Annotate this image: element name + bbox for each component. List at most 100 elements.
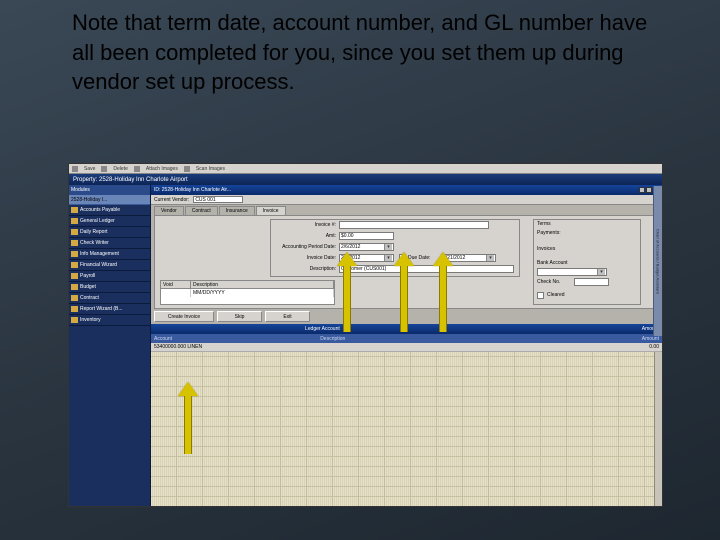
- grid-sub-amount: Amount: [642, 336, 659, 342]
- delete-button[interactable]: Delete: [113, 166, 127, 172]
- acct-period-field[interactable]: 2/6/2012: [339, 243, 394, 251]
- scan-button[interactable]: Scan Images: [196, 166, 225, 172]
- arrow-shaft: [400, 266, 408, 332]
- arrow-shaft: [184, 396, 192, 454]
- terms-label: Terms: [537, 221, 551, 227]
- sidebar-item-finwiz[interactable]: Financial Wizard: [69, 260, 150, 271]
- invoice-groupbox: Invoice #: Amt: $0.00 Accounting Period …: [270, 219, 520, 277]
- grid-subheader: Account Description Amount: [151, 334, 662, 343]
- sidebar-item-label: Daily Report: [80, 229, 108, 235]
- top-toolbar: Save Delete Attach Images Scan Images: [69, 164, 662, 174]
- folder-icon: [71, 273, 78, 279]
- bank-label: Bank Account: [537, 260, 568, 266]
- bank-account-field[interactable]: [537, 268, 607, 276]
- sidebar-item-label: Accounts Payable: [80, 207, 120, 213]
- sidebar-item-budget[interactable]: Budget: [69, 282, 150, 293]
- sidebar-item-daily[interactable]: Daily Report: [69, 227, 150, 238]
- desc-field[interactable]: Customer (CUS001): [339, 265, 514, 273]
- maximize-button[interactable]: [646, 187, 652, 193]
- arrow-shaft: [439, 266, 447, 332]
- right-collapsed-panel[interactable]: Chart of Accounts / Budget Assistant: [653, 186, 662, 336]
- folder-icon: [71, 251, 78, 257]
- folder-icon: [71, 240, 78, 246]
- attach-icon: [134, 166, 140, 172]
- child-window-title: ID: 2528-Holiday Inn Charlote Air...: [154, 187, 231, 193]
- folder-icon: [71, 207, 78, 213]
- cleared-checkbox[interactable]: [537, 292, 544, 299]
- void-cell-checkbox[interactable]: [161, 289, 191, 297]
- current-vendor-input[interactable]: [193, 196, 243, 203]
- current-vendor-label: Current Vendor:: [154, 197, 189, 203]
- vertical-scrollbar[interactable]: [654, 352, 662, 506]
- instruction-note: Note that term date, account number, and…: [72, 8, 652, 97]
- void-cell-date[interactable]: MM/DD/YYYY: [191, 289, 334, 297]
- sidebar-item-payroll[interactable]: Payroll: [69, 271, 150, 282]
- grid-body[interactable]: [151, 352, 662, 506]
- sidebar-item-label: Report Wizard (B...: [80, 306, 123, 312]
- void-col-void: Void: [161, 281, 191, 288]
- sidebar-item-gl[interactable]: General Ledger: [69, 216, 150, 227]
- tab-vendor[interactable]: Vendor: [154, 206, 184, 215]
- save-button[interactable]: Save: [84, 166, 95, 172]
- sidebar: Modules 2528-Holiday I... Accounts Payab…: [69, 185, 151, 506]
- check-no-label: Check No.: [537, 279, 560, 285]
- sidebar-item-label: Financial Wizard: [80, 262, 117, 268]
- tab-invoice[interactable]: Invoice: [256, 206, 286, 215]
- sidebar-item-info[interactable]: Info Management: [69, 249, 150, 260]
- sidebar-item-ap[interactable]: Accounts Payable: [69, 205, 150, 216]
- tab-contract[interactable]: Contract: [185, 206, 218, 215]
- check-no-field[interactable]: [574, 278, 609, 286]
- amt-label: Amt:: [301, 233, 336, 239]
- sidebar-item-report[interactable]: Report Wizard (B...: [69, 304, 150, 315]
- payments-label: Payments:: [537, 230, 561, 236]
- grid-title: Ledger Account: [305, 326, 340, 332]
- sidebar-item-label: Payroll: [80, 273, 95, 279]
- folder-icon: [71, 295, 78, 301]
- minimize-button[interactable]: [639, 187, 645, 193]
- sidebar-item-label: Contract: [80, 295, 99, 301]
- sidebar-item-label: Budget: [80, 284, 96, 290]
- save-icon: [72, 166, 78, 172]
- sidebar-item-check[interactable]: Check Writer: [69, 238, 150, 249]
- invoice-no-field[interactable]: [339, 221, 489, 229]
- grid-sub-desc: Description: [320, 336, 345, 342]
- acct-period-label: Accounting Period Date:: [265, 244, 336, 250]
- void-grid: Void Description MM/DD/YYYY: [160, 280, 335, 305]
- grid-cell-amount: 0.00: [649, 344, 659, 350]
- sidebar-item-label: General Ledger: [80, 218, 115, 224]
- sidebar-item-contract[interactable]: Contract: [69, 293, 150, 304]
- create-invoice-button[interactable]: Create Invoice: [154, 311, 214, 322]
- scan-icon: [184, 166, 190, 172]
- sidebar-item-label: Inventory: [80, 317, 101, 323]
- child-window-titlebar: ID: 2528-Holiday Inn Charlote Air...: [151, 185, 662, 195]
- sidebar-header: Modules: [69, 185, 150, 195]
- invoices-label: Invoices: [537, 246, 555, 252]
- tab-row: Vendor Contract Insurance Invoice: [151, 205, 662, 215]
- payment-groupbox: Terms Payments: Invoices Bank Account Ch…: [533, 219, 641, 305]
- grid-cell-account: 53400000.000 LINEN: [154, 344, 202, 350]
- property-titlebar: Property: 2528-Holiday Inn Charlote Airp…: [69, 174, 662, 185]
- skip-button[interactable]: Skip: [217, 311, 262, 322]
- tab-insurance[interactable]: Insurance: [219, 206, 255, 215]
- amt-field[interactable]: $0.00: [339, 232, 394, 240]
- sidebar-item-label: Check Writer: [80, 240, 109, 246]
- sidebar-item-inventory[interactable]: Inventory: [69, 315, 150, 326]
- grid-sub-account: Account: [154, 336, 172, 342]
- folder-icon: [71, 284, 78, 290]
- sidebar-property-tab[interactable]: 2528-Holiday I...: [69, 195, 150, 205]
- folder-icon: [71, 229, 78, 235]
- exit-button[interactable]: Exit: [265, 311, 310, 322]
- invoice-no-label: Invoice #:: [281, 222, 336, 228]
- grid-row[interactable]: 53400000.000 LINEN 0.00: [151, 343, 662, 352]
- attach-button[interactable]: Attach Images: [146, 166, 178, 172]
- folder-icon: [71, 218, 78, 224]
- arrow-icon: [394, 252, 414, 266]
- arrow-shaft: [343, 266, 351, 332]
- arrow-icon: [337, 252, 357, 266]
- desc-label: Description:: [281, 266, 336, 272]
- arrow-icon: [178, 382, 198, 396]
- vendor-bar: Current Vendor:: [151, 195, 662, 205]
- sidebar-item-label: Info Management: [80, 251, 119, 257]
- invoice-date-label: Invoice Date:: [281, 255, 336, 261]
- main-pane: ID: 2528-Holiday Inn Charlote Air... Cur…: [151, 185, 662, 506]
